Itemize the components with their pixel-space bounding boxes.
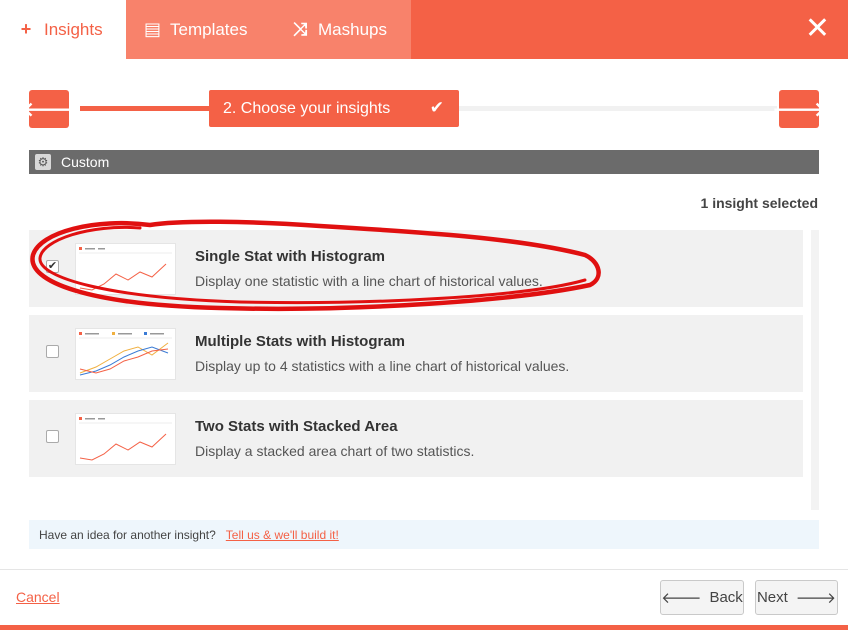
top-tab-bar: + Insights ▤ Templates ⤨ Mashups ✕ bbox=[0, 0, 848, 59]
insight-title: Multiple Stats with Histogram bbox=[195, 333, 406, 350]
insight-description: Display one statistic with a line chart … bbox=[195, 273, 543, 289]
wizard-current-step: 2. Choose your insights ✔ bbox=[209, 90, 459, 127]
category-header[interactable]: ⚙ Custom bbox=[29, 150, 819, 174]
gears-icon: ⚙ bbox=[35, 154, 51, 170]
close-icon[interactable]: ✕ bbox=[805, 12, 830, 46]
insight-item-single-stat[interactable]: ✔ Single Stat with Histogram Display one… bbox=[29, 230, 803, 307]
tab-mashups[interactable]: ⤨ Mashups bbox=[274, 0, 411, 59]
list-scrollbar[interactable] bbox=[811, 230, 819, 510]
idea-text: Have an idea for another insight? bbox=[39, 527, 216, 542]
insight-thumbnail bbox=[75, 413, 176, 465]
wizard-prev-button[interactable]: 🡐 bbox=[22, 90, 76, 128]
wizard-progress bbox=[80, 106, 210, 111]
bottom-accent-strip bbox=[0, 625, 848, 630]
insight-description: Display a stacked area chart of two stat… bbox=[195, 443, 475, 459]
insight-description: Display up to 4 statistics with a line c… bbox=[195, 358, 570, 374]
insight-title: Single Stat with Histogram bbox=[195, 248, 386, 265]
insight-checkbox[interactable] bbox=[46, 345, 59, 358]
wizard-next-button[interactable]: 🡒 bbox=[772, 90, 826, 128]
tab-templates[interactable]: ▤ Templates bbox=[126, 0, 274, 59]
category-label: Custom bbox=[61, 154, 110, 170]
insight-checkbox[interactable]: ✔ bbox=[46, 260, 59, 273]
tab-insights[interactable]: + Insights bbox=[0, 0, 126, 59]
next-label: Next bbox=[756, 589, 788, 606]
tab-insights-label: Insights bbox=[44, 19, 103, 39]
idea-link[interactable]: Tell us & we'll build it! bbox=[226, 528, 339, 542]
plus-icon: + bbox=[20, 19, 32, 39]
next-button[interactable]: Next 🡒 bbox=[755, 580, 838, 615]
insight-thumbnail bbox=[75, 328, 176, 380]
insight-title: Two Stats with Stacked Area bbox=[195, 418, 398, 435]
arrow-right-icon: 🡒 bbox=[795, 590, 837, 607]
arrow-left-icon: 🡐 bbox=[661, 590, 702, 607]
tab-mashups-label: Mashups bbox=[318, 19, 387, 39]
back-label: Back bbox=[709, 589, 743, 606]
shuffle-icon: ⤨ bbox=[292, 19, 308, 39]
insight-checkbox[interactable] bbox=[46, 430, 59, 443]
footer-divider bbox=[0, 569, 848, 570]
selected-count: 1 insight selected bbox=[700, 195, 818, 211]
arrow-right-icon: 🡒 bbox=[772, 98, 826, 121]
cancel-link[interactable]: Cancel bbox=[16, 589, 60, 605]
insight-item-two-stats[interactable]: Two Stats with Stacked Area Display a st… bbox=[29, 400, 803, 477]
arrow-left-icon: 🡐 bbox=[22, 98, 76, 121]
back-button[interactable]: 🡐 Back bbox=[660, 580, 744, 615]
check-icon: ✔ bbox=[429, 98, 444, 117]
insight-item-multiple-stats[interactable]: Multiple Stats with Histogram Display up… bbox=[29, 315, 803, 392]
idea-banner: Have an idea for another insight? Tell u… bbox=[29, 520, 819, 549]
wizard-step-label: 2. Choose your insights bbox=[223, 99, 391, 117]
template-icon: ▤ bbox=[144, 19, 162, 39]
insight-thumbnail bbox=[75, 243, 176, 295]
tab-templates-label: Templates bbox=[170, 19, 248, 39]
